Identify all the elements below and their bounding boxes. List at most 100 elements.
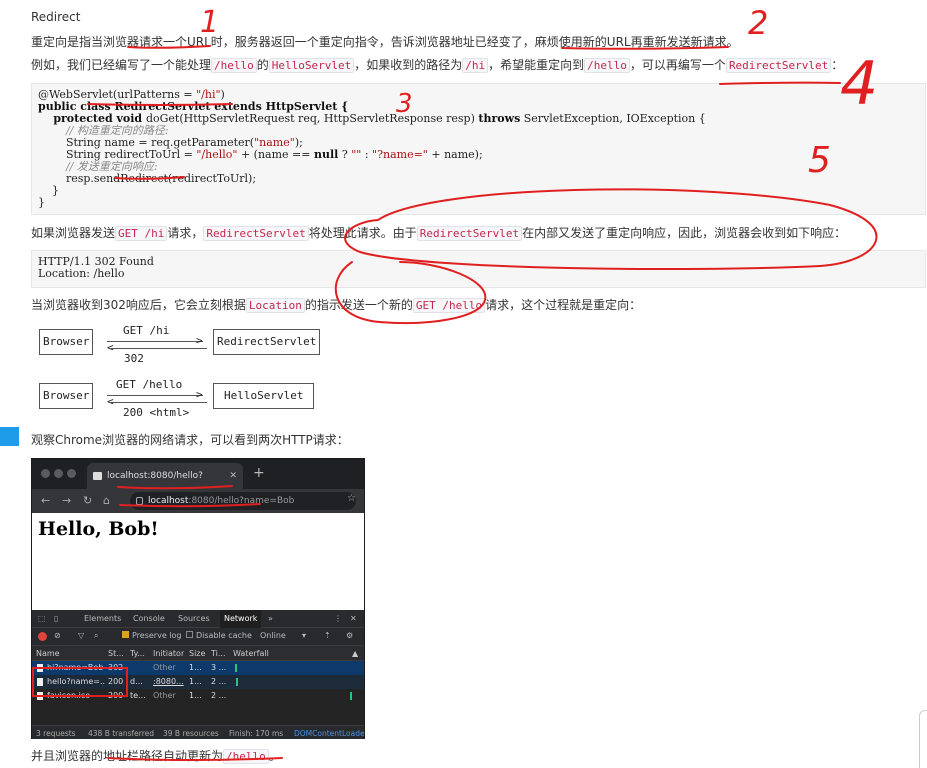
section-title: Redirect [31,10,81,24]
close-tab-icon[interactable]: ✕ [229,463,237,489]
response-block: HTTP/1.1 302 Found Location: /hello [31,250,926,288]
page-heading: Hello, Bob! [38,518,159,540]
throttle-select[interactable]: Online [260,628,286,645]
arrow-right [107,341,203,342]
network-row[interactable]: hello?name=... 200 d... :8080... 1... 2 … [32,675,364,689]
nav-bar: ← → ↻ ⌂ localhost:8080/hello?name=Bob ☆ [32,489,364,513]
inline-code: RedirectServlet [416,226,523,241]
preserve-log-checkbox[interactable]: Preserve log [122,628,182,645]
annotation-number: 2 [748,4,768,42]
window-maximize-dot [67,469,76,478]
column-header[interactable]: Size [189,646,205,660]
observe-paragraph: 观察Chrome浏览器的网络请求，可以看到两次HTTP请求： [31,433,349,447]
diagram-label: GET /hello [116,378,183,391]
search-icon[interactable]: ⌕ [94,628,98,645]
diagram-node: Browser [39,329,94,355]
diagram-node: HelloServlet [213,383,315,409]
side-panel-tab[interactable] [0,427,19,446]
inline-code: /hello [223,749,269,764]
inline-code: HelloServlet [268,58,355,73]
column-header[interactable]: Waterfall [233,646,269,660]
device-icon[interactable]: ▯ [54,610,58,628]
diagram-label: 200 <html> [123,406,190,419]
example-paragraph: 例如，我们已经编写了一个能处理/hello 的 HelloServlet ，如果收到的… [31,58,844,73]
column-header[interactable]: St... [108,646,124,660]
filter-icon[interactable]: ▽ [78,628,84,645]
arrow-head-icon: < [107,341,114,354]
diagram-node: Browser [39,383,94,409]
flow-diagram-hi: Browser GET /hi > < 302 RedirectServlet [39,324,369,368]
gear-icon[interactable]: ⚙ [346,628,353,645]
file-icon [37,664,43,672]
arrow-right [107,395,203,396]
waterfall-bar [236,678,238,686]
window-close-dot [41,469,50,478]
inline-code: /hi [462,58,489,73]
inline-code: RedirectServlet [203,226,309,241]
star-icon[interactable]: ☆ [347,493,356,504]
clear-icon[interactable]: ⊘ [54,628,61,645]
tab-sources[interactable]: Sources [178,610,210,628]
inline-code: /hello [211,58,257,73]
file-icon [37,692,43,700]
chrome-screenshot: localhost:8080/hello?name=Bob ✕ + ← → ↻ … [31,458,365,739]
upload-icon[interactable]: ⇡ [324,628,331,645]
tab-network[interactable]: Network [220,610,262,628]
reload-icon[interactable]: ↻ [83,494,92,507]
kebab-menu-icon[interactable]: ⋮ [334,610,342,628]
column-header[interactable]: Ty... [130,646,145,660]
waterfall-bar [350,692,352,700]
home-icon[interactable]: ⌂ [103,494,110,507]
waterfall-bar [235,664,237,672]
chevron-down-icon[interactable]: ▾ [302,628,306,645]
checkbox-icon [186,631,193,638]
inline-code: RedirectServlet [725,58,832,73]
diagram-label: 302 [124,352,144,365]
inline-code: GET /hi [115,226,168,241]
sort-up-icon[interactable]: ▲ [352,646,358,660]
back-arrow-icon[interactable]: ← [41,494,50,507]
page-icon [93,472,102,480]
flow-diagram-hello: Browser GET /hello > < 200 <html> HelloS… [39,378,369,422]
network-status-bar: 3 requests 438 B transferred 39 B resour… [32,725,364,739]
column-header[interactable]: Name [36,646,60,660]
arrow-head-icon: > [196,388,203,401]
inline-code: GET /hello [412,298,486,313]
intro-paragraph: 重定向是指当浏览器请求一个URL时，服务器返回一个重定向指令，告诉浏览器地址已经… [31,35,739,49]
column-header[interactable]: Initiator [153,646,184,660]
inspect-icon[interactable]: ⬚ [38,610,46,628]
network-toolbar: ⊘ ▽ ⌕ Preserve log Disable cache Online … [32,628,364,646]
address-bar[interactable]: localhost:8080/hello?name=Bob [130,492,356,510]
window-minimize-dot [54,469,63,478]
column-header[interactable]: Ti... [211,646,226,660]
devtools-tabs: ⬚ ▯ Elements Console Sources Network » ⋮… [32,610,364,628]
address-update-paragraph: 并且浏览器的地址栏路径自动更新为/hello。 [31,749,281,764]
code-block: @WebServlet(urlPatterns = "/hi") public … [31,83,926,215]
disable-cache-checkbox[interactable]: Disable cache [186,628,252,645]
diagram-node: RedirectServlet [213,329,321,355]
redirect-paragraph: 当浏览器收到302响应后，它会立刻根据 Location 的指示发送一个新的 GET … [31,298,642,313]
browser-tab[interactable]: localhost:8080/hello?name=Bob ✕ [87,463,243,507]
network-row[interactable]: hi?name=Bob 302 Other 1... 3 ... [32,661,364,675]
network-table-header: Name St... Ty... Initiator Size Ti... Wa… [32,646,364,661]
scroll-widget[interactable] [919,710,927,768]
more-tabs-icon[interactable]: » [268,610,273,628]
page-viewport: Hello, Bob! [32,513,364,610]
tab-bar: localhost:8080/hello?name=Bob ✕ + [32,459,364,507]
file-icon [37,678,43,686]
tab-console[interactable]: Console [133,610,165,628]
forward-arrow-icon[interactable]: → [62,494,71,507]
checkbox-icon [122,631,129,638]
arrow-left [111,348,207,349]
record-icon[interactable] [38,632,47,641]
arrow-head-icon: > [196,334,203,347]
info-icon [136,497,143,505]
explain-paragraph: 如果浏览器发送 GET /hi 请求， RedirectServlet 将处理此请求。由… [31,226,847,241]
tab-elements[interactable]: Elements [84,610,121,628]
arrow-left [111,402,207,403]
network-row[interactable]: favicon.ico 200 te... Other 1... 2 ... [32,689,364,703]
new-tab-icon[interactable]: + [253,465,265,481]
inline-code: Location [245,298,305,313]
close-devtools-icon[interactable]: ✕ [350,610,357,628]
inline-code: /hello [584,58,630,73]
